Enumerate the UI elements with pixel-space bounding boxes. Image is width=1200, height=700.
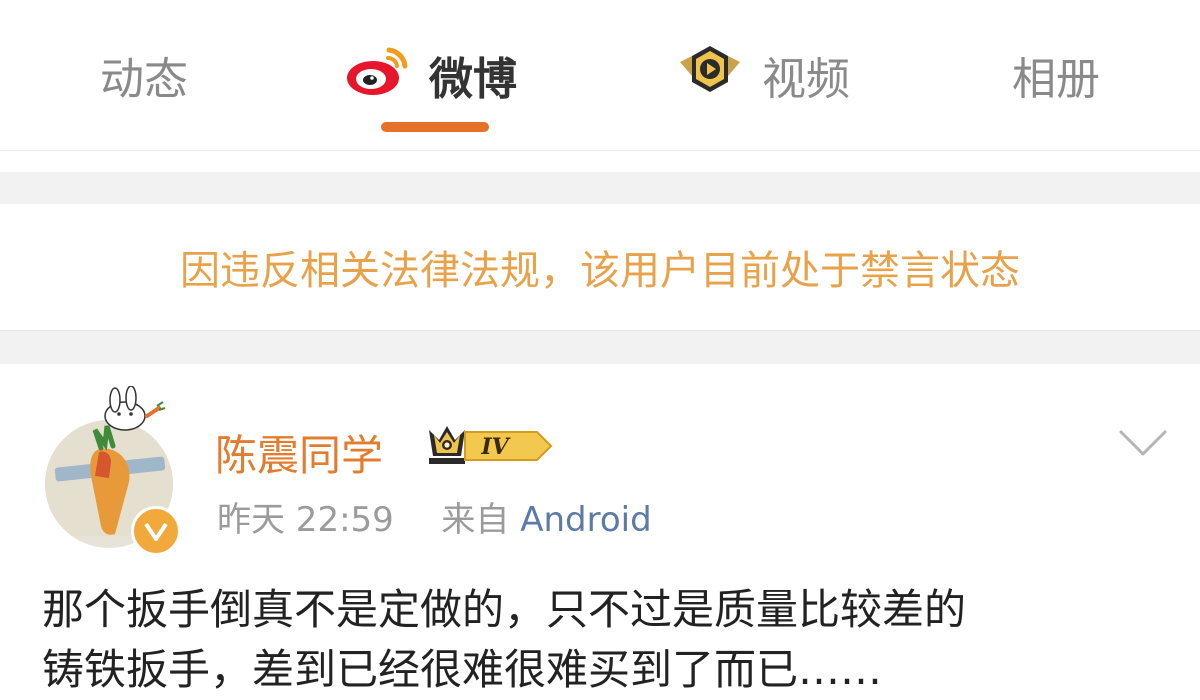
weibo-post-card: 陈震同学 IV 昨天 22:59 来自 Android 那个扳手倒真不是定做的，… — [0, 364, 1200, 694]
vip-level-badge[interactable]: IV — [425, 422, 553, 474]
tab-video[interactable]: 视频 — [676, 40, 850, 110]
section-divider — [0, 172, 1200, 204]
tab-dynamic-label: 动态 — [100, 54, 188, 105]
weibo-logo-icon — [345, 42, 411, 109]
avatar[interactable] — [45, 386, 181, 556]
ban-notice: 因违反相关法律法规，该用户目前处于禁言状态 — [0, 204, 1200, 330]
tab-video-label: 视频 — [762, 54, 850, 105]
ban-notice-text: 因违反相关法律法规，该用户目前处于禁言状态 — [180, 248, 1020, 294]
tab-album-label: 相册 — [1012, 54, 1100, 105]
section-divider — [0, 330, 1200, 365]
post-source-prefix: 来自 — [441, 500, 510, 540]
video-badge-icon — [676, 42, 744, 109]
chevron-down-icon[interactable] — [1118, 428, 1168, 462]
active-tab-indicator — [381, 122, 489, 132]
post-body-line: 铸铁扳手，差到已经很难很难买到了而已…… — [42, 645, 883, 694]
vip-level-text: IV — [480, 434, 510, 460]
post-body-line: 那个扳手倒真不是定做的，只不过是质量比较差的 — [42, 585, 967, 634]
post-body: 那个扳手倒真不是定做的，只不过是质量比较差的 铸铁扳手，差到已经很难很难买到了而… — [42, 580, 1172, 700]
post-username[interactable]: 陈震同学 — [215, 422, 383, 483]
tab-album[interactable]: 相册 — [1012, 40, 1100, 110]
post-source[interactable]: Android — [520, 500, 651, 540]
verified-badge-icon — [131, 506, 181, 556]
tab-weibo-label: 微博 — [429, 54, 517, 105]
post-meta: 昨天 22:59 来自 Android — [217, 492, 652, 541]
profile-tab-bar: 动态 微博 视频 相册 — [0, 0, 1200, 151]
tab-weibo[interactable]: 微博 — [345, 40, 517, 110]
post-date: 昨天 22:59 — [217, 500, 394, 540]
tab-dynamic[interactable]: 动态 — [100, 40, 188, 110]
